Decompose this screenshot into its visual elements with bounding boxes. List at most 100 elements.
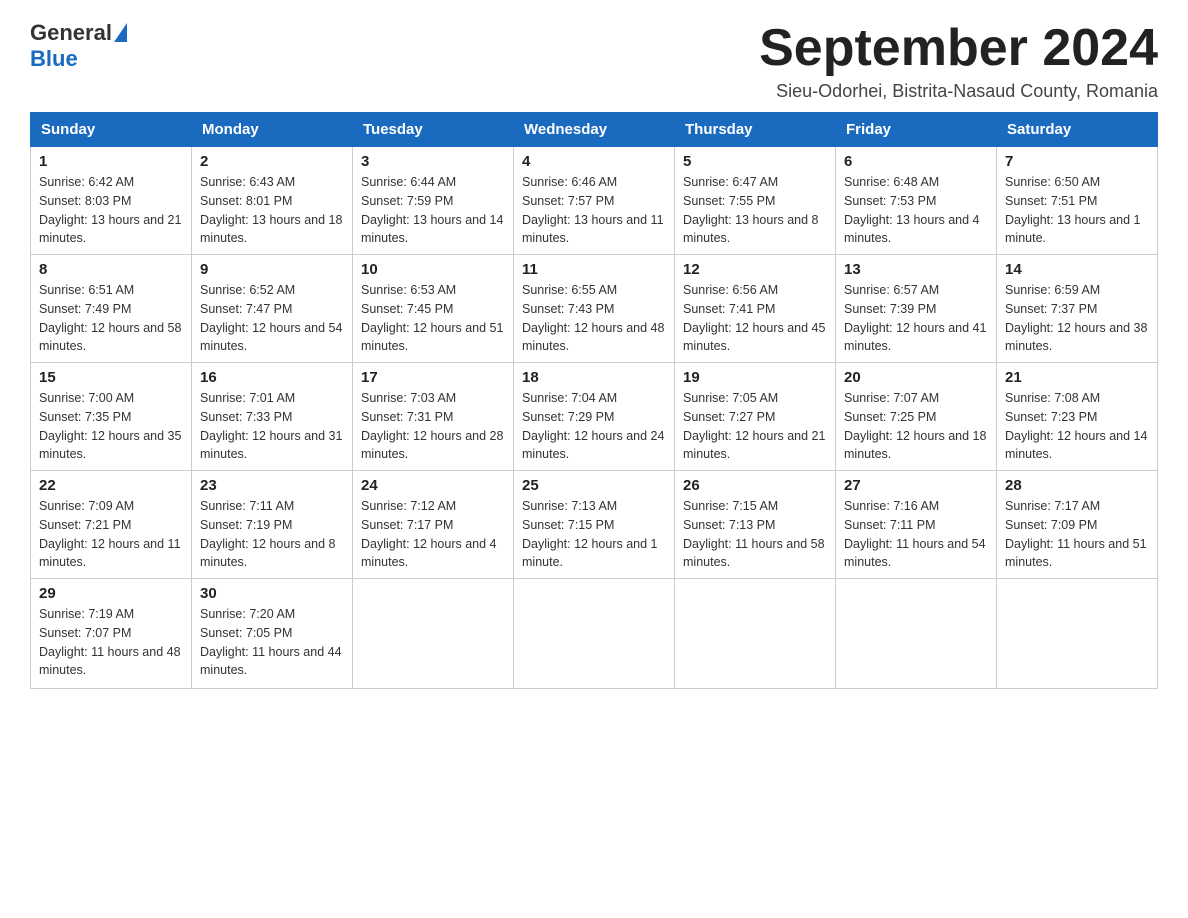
day-number: 14 bbox=[1005, 261, 1149, 278]
day-number: 12 bbox=[683, 261, 827, 278]
day-info: Sunrise: 6:48 AMSunset: 7:53 PMDaylight:… bbox=[844, 175, 980, 245]
day-info: Sunrise: 6:57 AMSunset: 7:39 PMDaylight:… bbox=[844, 283, 986, 353]
calendar-header-row: Sunday Monday Tuesday Wednesday Thursday… bbox=[31, 113, 1158, 147]
day-info: Sunrise: 7:13 AMSunset: 7:15 PMDaylight:… bbox=[522, 499, 658, 569]
table-row bbox=[353, 579, 514, 689]
table-row: 5 Sunrise: 6:47 AMSunset: 7:55 PMDayligh… bbox=[675, 147, 836, 255]
day-number: 26 bbox=[683, 477, 827, 494]
day-info: Sunrise: 7:16 AMSunset: 7:11 PMDaylight:… bbox=[844, 499, 986, 569]
table-row: 27 Sunrise: 7:16 AMSunset: 7:11 PMDaylig… bbox=[836, 471, 997, 579]
day-number: 18 bbox=[522, 369, 666, 386]
day-info: Sunrise: 6:52 AMSunset: 7:47 PMDaylight:… bbox=[200, 283, 342, 353]
table-row: 6 Sunrise: 6:48 AMSunset: 7:53 PMDayligh… bbox=[836, 147, 997, 255]
day-number: 9 bbox=[200, 261, 344, 278]
table-row: 8 Sunrise: 6:51 AMSunset: 7:49 PMDayligh… bbox=[31, 255, 192, 363]
day-number: 11 bbox=[522, 261, 666, 278]
day-info: Sunrise: 6:44 AMSunset: 7:59 PMDaylight:… bbox=[361, 175, 503, 245]
table-row: 24 Sunrise: 7:12 AMSunset: 7:17 PMDaylig… bbox=[353, 471, 514, 579]
table-row: 9 Sunrise: 6:52 AMSunset: 7:47 PMDayligh… bbox=[192, 255, 353, 363]
day-number: 2 bbox=[200, 153, 344, 170]
logo-blue-text: Blue bbox=[30, 46, 78, 72]
table-row bbox=[997, 579, 1158, 689]
day-info: Sunrise: 7:00 AMSunset: 7:35 PMDaylight:… bbox=[39, 391, 181, 461]
table-row: 16 Sunrise: 7:01 AMSunset: 7:33 PMDaylig… bbox=[192, 363, 353, 471]
logo-general-text: General bbox=[30, 20, 112, 46]
calendar-week-row: 15 Sunrise: 7:00 AMSunset: 7:35 PMDaylig… bbox=[31, 363, 1158, 471]
day-info: Sunrise: 6:46 AMSunset: 7:57 PMDaylight:… bbox=[522, 175, 664, 245]
day-number: 21 bbox=[1005, 369, 1149, 386]
logo-arrow-icon bbox=[114, 23, 127, 42]
calendar-table: Sunday Monday Tuesday Wednesday Thursday… bbox=[30, 112, 1158, 689]
day-number: 29 bbox=[39, 585, 183, 602]
day-number: 20 bbox=[844, 369, 988, 386]
table-row: 12 Sunrise: 6:56 AMSunset: 7:41 PMDaylig… bbox=[675, 255, 836, 363]
day-info: Sunrise: 7:04 AMSunset: 7:29 PMDaylight:… bbox=[522, 391, 664, 461]
table-row bbox=[675, 579, 836, 689]
day-number: 7 bbox=[1005, 153, 1149, 170]
calendar-subtitle: Sieu-Odorhei, Bistrita-Nasaud County, Ro… bbox=[759, 81, 1158, 102]
header-sunday: Sunday bbox=[31, 113, 192, 147]
day-info: Sunrise: 7:09 AMSunset: 7:21 PMDaylight:… bbox=[39, 499, 181, 569]
day-number: 22 bbox=[39, 477, 183, 494]
table-row: 18 Sunrise: 7:04 AMSunset: 7:29 PMDaylig… bbox=[514, 363, 675, 471]
calendar-week-row: 22 Sunrise: 7:09 AMSunset: 7:21 PMDaylig… bbox=[31, 471, 1158, 579]
day-info: Sunrise: 6:47 AMSunset: 7:55 PMDaylight:… bbox=[683, 175, 819, 245]
header-thursday: Thursday bbox=[675, 113, 836, 147]
table-row: 7 Sunrise: 6:50 AMSunset: 7:51 PMDayligh… bbox=[997, 147, 1158, 255]
day-number: 6 bbox=[844, 153, 988, 170]
day-number: 17 bbox=[361, 369, 505, 386]
day-info: Sunrise: 7:17 AMSunset: 7:09 PMDaylight:… bbox=[1005, 499, 1147, 569]
calendar-week-row: 8 Sunrise: 6:51 AMSunset: 7:49 PMDayligh… bbox=[31, 255, 1158, 363]
table-row: 20 Sunrise: 7:07 AMSunset: 7:25 PMDaylig… bbox=[836, 363, 997, 471]
table-row: 25 Sunrise: 7:13 AMSunset: 7:15 PMDaylig… bbox=[514, 471, 675, 579]
day-info: Sunrise: 7:12 AMSunset: 7:17 PMDaylight:… bbox=[361, 499, 497, 569]
header-saturday: Saturday bbox=[997, 113, 1158, 147]
day-info: Sunrise: 6:59 AMSunset: 7:37 PMDaylight:… bbox=[1005, 283, 1147, 353]
day-number: 19 bbox=[683, 369, 827, 386]
day-number: 25 bbox=[522, 477, 666, 494]
day-number: 16 bbox=[200, 369, 344, 386]
day-info: Sunrise: 7:03 AMSunset: 7:31 PMDaylight:… bbox=[361, 391, 503, 461]
day-info: Sunrise: 6:51 AMSunset: 7:49 PMDaylight:… bbox=[39, 283, 181, 353]
header-wednesday: Wednesday bbox=[514, 113, 675, 147]
table-row: 19 Sunrise: 7:05 AMSunset: 7:27 PMDaylig… bbox=[675, 363, 836, 471]
day-info: Sunrise: 6:56 AMSunset: 7:41 PMDaylight:… bbox=[683, 283, 825, 353]
day-number: 13 bbox=[844, 261, 988, 278]
calendar-title-block: September 2024 Sieu-Odorhei, Bistrita-Na… bbox=[759, 20, 1158, 102]
day-info: Sunrise: 7:08 AMSunset: 7:23 PMDaylight:… bbox=[1005, 391, 1147, 461]
day-number: 30 bbox=[200, 585, 344, 602]
table-row: 21 Sunrise: 7:08 AMSunset: 7:23 PMDaylig… bbox=[997, 363, 1158, 471]
day-info: Sunrise: 6:55 AMSunset: 7:43 PMDaylight:… bbox=[522, 283, 664, 353]
day-info: Sunrise: 7:11 AMSunset: 7:19 PMDaylight:… bbox=[200, 499, 336, 569]
table-row: 23 Sunrise: 7:11 AMSunset: 7:19 PMDaylig… bbox=[192, 471, 353, 579]
logo: General Blue bbox=[30, 20, 127, 72]
table-row: 17 Sunrise: 7:03 AMSunset: 7:31 PMDaylig… bbox=[353, 363, 514, 471]
day-info: Sunrise: 7:01 AMSunset: 7:33 PMDaylight:… bbox=[200, 391, 342, 461]
table-row: 26 Sunrise: 7:15 AMSunset: 7:13 PMDaylig… bbox=[675, 471, 836, 579]
day-info: Sunrise: 7:07 AMSunset: 7:25 PMDaylight:… bbox=[844, 391, 986, 461]
day-info: Sunrise: 6:43 AMSunset: 8:01 PMDaylight:… bbox=[200, 175, 342, 245]
calendar-week-row: 1 Sunrise: 6:42 AMSunset: 8:03 PMDayligh… bbox=[31, 147, 1158, 255]
day-number: 1 bbox=[39, 153, 183, 170]
day-number: 8 bbox=[39, 261, 183, 278]
table-row: 29 Sunrise: 7:19 AMSunset: 7:07 PMDaylig… bbox=[31, 579, 192, 689]
day-number: 5 bbox=[683, 153, 827, 170]
table-row: 10 Sunrise: 6:53 AMSunset: 7:45 PMDaylig… bbox=[353, 255, 514, 363]
page-header: General Blue September 2024 Sieu-Odorhei… bbox=[30, 20, 1158, 102]
table-row bbox=[836, 579, 997, 689]
day-info: Sunrise: 7:19 AMSunset: 7:07 PMDaylight:… bbox=[39, 607, 181, 677]
day-info: Sunrise: 7:20 AMSunset: 7:05 PMDaylight:… bbox=[200, 607, 342, 677]
day-info: Sunrise: 6:53 AMSunset: 7:45 PMDaylight:… bbox=[361, 283, 503, 353]
table-row: 4 Sunrise: 6:46 AMSunset: 7:57 PMDayligh… bbox=[514, 147, 675, 255]
table-row: 30 Sunrise: 7:20 AMSunset: 7:05 PMDaylig… bbox=[192, 579, 353, 689]
day-number: 27 bbox=[844, 477, 988, 494]
table-row: 15 Sunrise: 7:00 AMSunset: 7:35 PMDaylig… bbox=[31, 363, 192, 471]
day-number: 10 bbox=[361, 261, 505, 278]
day-number: 3 bbox=[361, 153, 505, 170]
table-row: 2 Sunrise: 6:43 AMSunset: 8:01 PMDayligh… bbox=[192, 147, 353, 255]
table-row: 11 Sunrise: 6:55 AMSunset: 7:43 PMDaylig… bbox=[514, 255, 675, 363]
calendar-title: September 2024 bbox=[759, 20, 1158, 77]
table-row: 22 Sunrise: 7:09 AMSunset: 7:21 PMDaylig… bbox=[31, 471, 192, 579]
table-row: 3 Sunrise: 6:44 AMSunset: 7:59 PMDayligh… bbox=[353, 147, 514, 255]
calendar-week-row: 29 Sunrise: 7:19 AMSunset: 7:07 PMDaylig… bbox=[31, 579, 1158, 689]
